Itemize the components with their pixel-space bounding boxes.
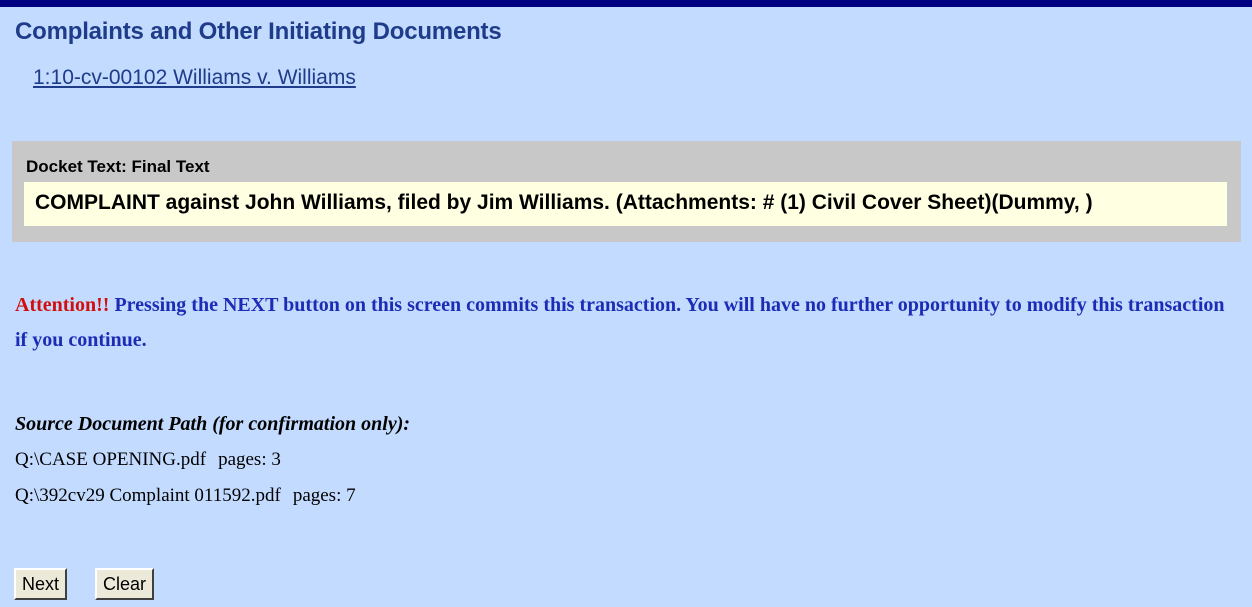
source-document-path: Q:\CASE OPENING.pdf — [15, 449, 207, 470]
source-document-pages: pages: 3 — [218, 449, 281, 470]
clear-button[interactable]: Clear — [95, 568, 155, 600]
commit-warning: Attention!! Pressing the NEXT button on … — [15, 288, 1230, 358]
attention-label: Attention!! — [15, 294, 110, 316]
case-link[interactable]: 1:10-cv-00102 Williams v. Williams — [33, 66, 356, 90]
docket-label: Docket Text: Final Text — [26, 157, 210, 176]
top-rule — [0, 0, 1252, 7]
next-button[interactable]: Next — [14, 568, 68, 600]
source-path-heading: Source Document Path (for confirmation o… — [15, 413, 411, 435]
source-document-path: Q:\392cv29 Complaint 011592.pdf — [15, 485, 281, 506]
source-document-row: Q:\392cv29 Complaint 011592.pdf pages: 7 — [15, 485, 356, 507]
docket-panel: Docket Text: Final Text COMPLAINT agains… — [12, 141, 1241, 242]
warning-message: Pressing the NEXT button on this screen … — [15, 294, 1225, 351]
page-title: Complaints and Other Initiating Document… — [15, 18, 502, 45]
docket-text: COMPLAINT against John Williams, filed b… — [24, 182, 1227, 226]
source-document-row: Q:\CASE OPENING.pdf pages: 3 — [15, 449, 281, 471]
source-document-pages: pages: 7 — [292, 485, 356, 506]
